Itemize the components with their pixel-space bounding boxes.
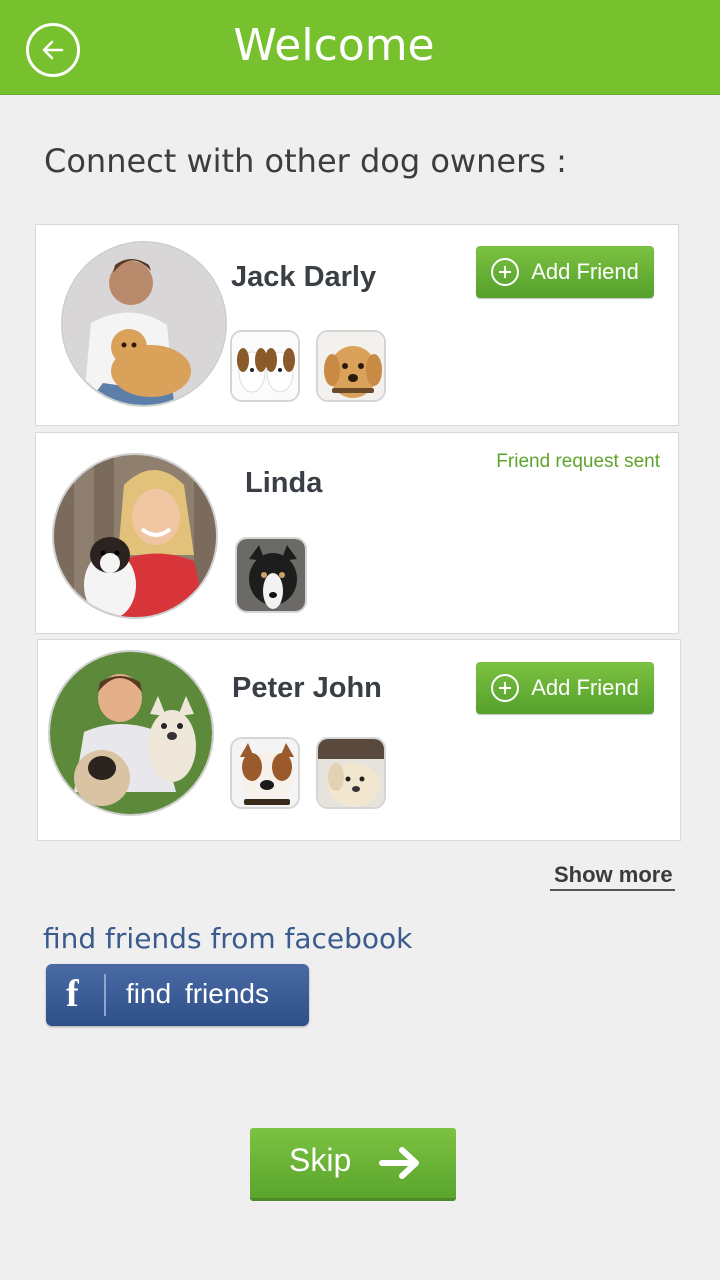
user-name: Peter John [232, 672, 382, 704]
user-name: Jack Darly [231, 261, 377, 293]
page-title: Welcome [233, 20, 435, 71]
avatar [61, 241, 227, 407]
user-card-linda: Linda Friend request sent [35, 432, 679, 634]
intro-text: Connect with other dog owners : [44, 142, 567, 180]
avatar [48, 650, 214, 816]
arrow-right-icon [379, 1147, 419, 1179]
user-card-peter: Peter John Add Friend [37, 639, 681, 841]
facebook-icon: f [66, 973, 79, 1015]
dog-photo-golden[interactable] [316, 330, 386, 402]
friend-request-status: Friend request sent [496, 451, 660, 472]
plus-circle-icon [491, 258, 520, 286]
dog-photo-puppies[interactable] [230, 330, 300, 402]
add-friend-label: Add Friend [531, 259, 639, 284]
facebook-find-friends-button[interactable]: f find friends [46, 964, 309, 1026]
add-friend-label: Add Friend [531, 675, 639, 700]
plus-circle-icon [491, 674, 520, 702]
skip-button[interactable]: Skip [250, 1128, 456, 1198]
add-friend-button[interactable]: Add Friend [476, 246, 654, 298]
app-header: Welcome [0, 0, 720, 95]
user-card-jack: Jack Darly Add Friend [35, 224, 679, 426]
dog-photo-collie[interactable] [235, 537, 307, 613]
add-friend-button[interactable]: Add Friend [476, 662, 654, 714]
skip-label: Skip [289, 1142, 352, 1178]
button-divider [104, 974, 106, 1016]
dog-photo-labrador[interactable] [316, 737, 386, 809]
avatar [52, 453, 218, 619]
facebook-button-label: find friends [126, 978, 269, 1009]
user-name: Linda [245, 467, 323, 499]
show-more-link[interactable]: Show more [550, 862, 675, 891]
facebook-label: find friends from facebook [43, 922, 413, 955]
dog-photo-bulldog[interactable] [230, 737, 300, 809]
